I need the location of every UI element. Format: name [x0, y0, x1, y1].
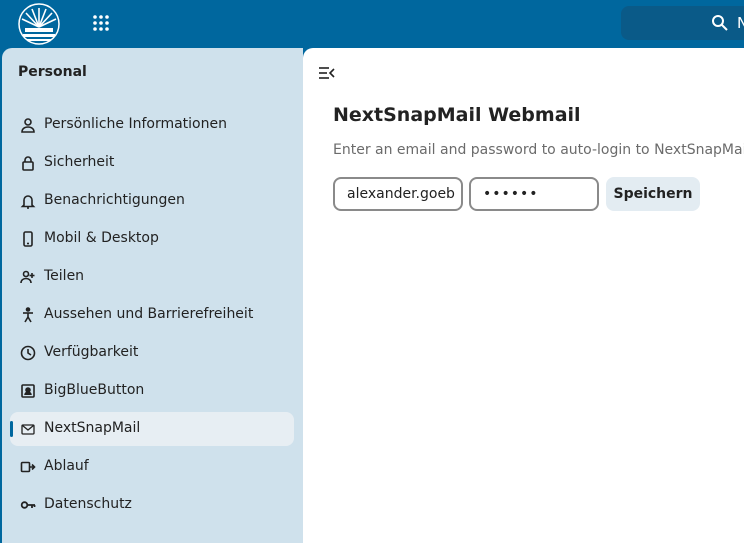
- logo-icon[interactable]: [16, 3, 62, 45]
- lock-icon: [20, 155, 36, 171]
- header-bar: N: [0, 0, 744, 48]
- mail-icon: [20, 421, 36, 437]
- sidebar-nav: Persönliche Informationen Sicherheit Ben…: [10, 108, 294, 526]
- phone-icon: [20, 231, 36, 247]
- sidebar-item-mobile-desktop[interactable]: Mobil & Desktop: [10, 222, 294, 256]
- bigbluebutton-icon: [20, 383, 36, 399]
- sidebar-item-label: Benachrichtigungen: [44, 192, 185, 208]
- sidebar-item-personal-info[interactable]: Persönliche Informationen: [10, 108, 294, 142]
- share-user-icon: [20, 269, 36, 285]
- sidebar-item-label: NextSnapMail: [44, 420, 141, 436]
- apps-grid-icon[interactable]: [92, 14, 110, 32]
- sidebar-item-label: BigBlueButton: [44, 382, 145, 398]
- sidebar-item-label: Aussehen und Barrierefreiheit: [44, 306, 254, 322]
- sidebar-item-bigbluebutton[interactable]: BigBlueButton: [10, 374, 294, 408]
- sidebar-item-label: Mobil & Desktop: [44, 230, 159, 246]
- sidebar-item-label: Ablauf: [44, 458, 89, 474]
- sidebar-title: Personal: [18, 64, 87, 80]
- sidebar-item-flow[interactable]: Ablauf: [10, 450, 294, 484]
- sidebar-toggle-icon[interactable]: [318, 65, 336, 81]
- section-description: Enter an email and password to auto-logi…: [333, 142, 744, 158]
- sidebar-item-label: Sicherheit: [44, 154, 115, 170]
- sidebar-item-sharing[interactable]: Teilen: [10, 260, 294, 294]
- save-button[interactable]: Speichern: [606, 177, 700, 211]
- sidebar-item-nextsnapmail[interactable]: NextSnapMail: [10, 412, 294, 446]
- sidebar-item-label: Teilen: [44, 268, 85, 284]
- sidebar-item-notifications[interactable]: Benachrichtigungen: [10, 184, 294, 218]
- person-icon: [20, 117, 36, 133]
- settings-sidebar: Personal Persönliche Informationen Siche…: [2, 48, 303, 543]
- main-content: NextSnapMail Webmail Enter an email and …: [303, 48, 744, 543]
- clock-icon: [20, 345, 36, 361]
- search-icon[interactable]: [711, 14, 729, 32]
- key-icon: [20, 497, 36, 513]
- sidebar-item-security[interactable]: Sicherheit: [10, 146, 294, 180]
- search-placeholder-text: N: [737, 14, 744, 32]
- sidebar-item-appearance[interactable]: Aussehen und Barrierefreiheit: [10, 298, 294, 332]
- accessibility-icon: [20, 307, 36, 323]
- sidebar-item-availability[interactable]: Verfügbarkeit: [10, 336, 294, 370]
- flow-icon: [20, 459, 36, 475]
- page-title: NextSnapMail Webmail: [333, 104, 581, 126]
- sidebar-item-label: Persönliche Informationen: [44, 116, 227, 132]
- sidebar-item-privacy[interactable]: Datenschutz: [10, 488, 294, 522]
- bell-icon: [20, 193, 36, 209]
- sidebar-item-label: Datenschutz: [44, 496, 132, 512]
- sidebar-item-label: Verfügbarkeit: [44, 344, 139, 360]
- password-field[interactable]: ••••••: [469, 177, 599, 211]
- search-input[interactable]: N: [621, 6, 744, 40]
- email-field[interactable]: alexander.goeb: [333, 177, 463, 211]
